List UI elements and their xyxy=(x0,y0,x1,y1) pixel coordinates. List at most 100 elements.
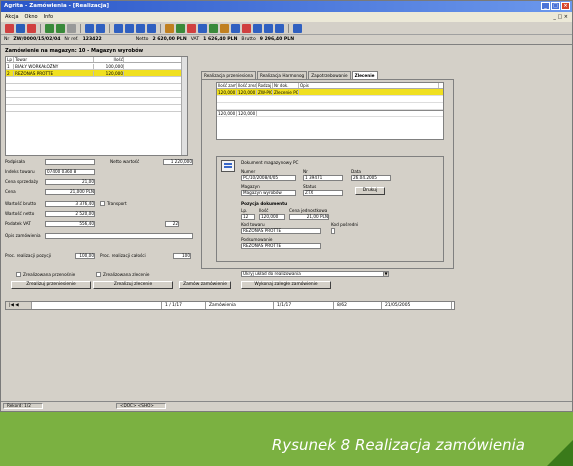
help-icon[interactable] xyxy=(253,23,262,33)
first-record-icon[interactable] xyxy=(114,23,123,33)
podatek-label: Podatek VAT xyxy=(5,221,31,226)
proc2-input[interactable]: 100 xyxy=(173,253,191,259)
menu-bar: Akcja Okno Info _ □ × xyxy=(1,12,572,22)
doc-cena-input[interactable]: 21,00 PLN xyxy=(289,214,329,220)
zreal-przenosnie-checkbox[interactable]: Zrealizowana przenośnie xyxy=(16,272,75,277)
doc-nr2-input[interactable]: 1 39471 xyxy=(303,175,343,181)
wart-brutto-input[interactable]: 3 376,40 xyxy=(45,201,95,207)
doc-lp-input[interactable]: 12 xyxy=(241,214,255,220)
proc-input[interactable]: 100,00 xyxy=(75,253,95,259)
doc-ilosc-input[interactable]: 120,000 xyxy=(259,214,285,220)
report-icon[interactable] xyxy=(242,23,251,33)
save-icon[interactable] xyxy=(5,23,14,33)
edit-icon[interactable] xyxy=(209,23,218,33)
col-ilosc[interactable]: Ilość xyxy=(94,57,124,62)
menu-akcja[interactable]: Akcja xyxy=(5,14,19,20)
preview-icon[interactable] xyxy=(56,23,65,33)
transport-checkbox[interactable]: Transport xyxy=(100,201,127,206)
next-record-icon[interactable] xyxy=(136,23,145,33)
col-rodzaj[interactable]: Rodzaj dok. xyxy=(257,83,273,88)
doc-pods-input[interactable]: REZONAS PROTTE xyxy=(241,243,321,249)
mdi-controls[interactable]: _ □ × xyxy=(553,14,568,20)
attach-icon[interactable] xyxy=(220,23,229,33)
last-record-icon[interactable] xyxy=(147,23,156,33)
view-dropdown[interactable]: Ukryj układ do realizowania ▼ xyxy=(241,271,391,277)
cena-sprz-input[interactable]: 21,00 xyxy=(45,179,95,185)
zreal-przenosnie-label: Zrealizowana przenośnie xyxy=(23,272,76,277)
add-icon[interactable] xyxy=(198,23,207,33)
col-opis[interactable]: Opis xyxy=(299,83,439,88)
chevron-down-icon[interactable]: ▼ xyxy=(383,271,389,277)
close-button[interactable]: × xyxy=(561,2,570,10)
cell-lp: 1 xyxy=(6,63,14,69)
calc-icon[interactable] xyxy=(231,23,240,33)
vat-rate-input[interactable]: 22 xyxy=(165,221,179,227)
zreal-zlecenie-checkbox[interactable]: Zrealizowana zlecenie xyxy=(96,272,149,277)
minimize-button[interactable]: _ xyxy=(541,2,550,10)
doc-kod-input[interactable]: REZONAS PROTTE xyxy=(241,228,321,234)
col-towar[interactable]: Towar xyxy=(14,57,94,62)
backorder-button[interactable]: Wykonaj zaległe zamówienie xyxy=(241,281,331,289)
maximize-button[interactable]: □ xyxy=(551,2,560,10)
proc-label: Proc. realizacji pozycji xyxy=(5,253,51,258)
doc-mag-input[interactable]: Magazyn wyrobów xyxy=(241,190,296,196)
grid-scrollbar[interactable] xyxy=(181,57,187,155)
title-bar: Agrita - Zamówienia - [Realizacja] _ □ × xyxy=(1,1,572,12)
doc-nr-input[interactable]: PC/10/2008/4/05 xyxy=(241,175,296,181)
podpis-input[interactable] xyxy=(45,159,95,165)
cell-lp: 2 xyxy=(6,70,14,76)
transport-label: Transport xyxy=(107,201,127,206)
arrow-left-icon[interactable] xyxy=(85,23,94,33)
realize-transfer-button[interactable]: Zrealizuj przeniesienie xyxy=(11,281,91,289)
print-button[interactable]: Drukuj xyxy=(355,187,385,195)
arrow-right-icon[interactable] xyxy=(96,23,105,33)
opis-input[interactable] xyxy=(45,233,193,239)
back-icon[interactable] xyxy=(264,23,273,33)
doc-kod2-input[interactable] xyxy=(331,228,335,234)
doc-row2-values: Magazyn wyrobów ZTX xyxy=(241,190,441,196)
menu-okno[interactable]: Okno xyxy=(25,14,38,20)
table-row[interactable]: 1 BIAŁY WORKAŁOŻNY 100,000 xyxy=(6,63,187,70)
settings-icon[interactable] xyxy=(67,23,76,33)
exit-icon[interactable] xyxy=(293,23,302,33)
doc-pos-label: Pozycja dokumentu xyxy=(241,201,288,206)
forward-icon[interactable] xyxy=(275,23,284,33)
doc-status-input[interactable]: ZTX xyxy=(303,190,343,196)
tab-harmonog[interactable]: Realizacja Harmonog xyxy=(257,71,308,79)
cena-input[interactable]: 21,000 PLN xyxy=(45,189,95,195)
sort-icon[interactable] xyxy=(27,23,36,33)
col-ilosc-zreal[interactable]: Ilość zrealizowana xyxy=(237,83,257,88)
col-lp[interactable]: Lp xyxy=(6,57,14,62)
delete-icon[interactable] xyxy=(187,23,196,33)
table-row[interactable]: 120,000 120,000 ZW-PIC Zlecenie PC xyxy=(217,89,443,96)
menu-info[interactable]: Info xyxy=(44,14,53,20)
col-nr-dok[interactable]: Nr dok. xyxy=(273,83,299,88)
indeks-input[interactable]: 07400 0360 8 xyxy=(45,169,95,175)
realize-order-button[interactable]: Zrealizuj zlecenie xyxy=(93,281,173,289)
nav-first-prev[interactable]: |◀ ◀ xyxy=(6,302,32,309)
doc-row1-values: PC/10/2008/4/05 1 39471 26.04.2005 xyxy=(241,175,441,181)
filter-icon[interactable] xyxy=(16,23,25,33)
record-navigator: |◀ ◀ 1 / 1/17 Zamówienia 1/1/17 8/62 21/… xyxy=(5,301,455,310)
tab-realizacja[interactable]: Realizacja przeniesiona xyxy=(201,71,256,79)
tab-zapotrzebowanie[interactable]: Zapotrzebowanie xyxy=(308,71,351,79)
window-title: Agrita - Zamówienia - [Realizacja] xyxy=(4,3,110,9)
status-keys: <DOC> <SHO> xyxy=(116,403,166,409)
doc-data-input[interactable]: 26.04.2005 xyxy=(351,175,391,181)
refresh-icon[interactable] xyxy=(176,23,185,33)
netto-wartosc-input[interactable]: 1 220,000 xyxy=(163,159,193,165)
tab-zlecenie[interactable]: Zlecenie xyxy=(351,71,378,79)
print-icon[interactable] xyxy=(45,23,54,33)
prev-record-icon[interactable] xyxy=(125,23,134,33)
podatek-input[interactable]: 556,40 xyxy=(45,221,95,227)
wart-netto-input[interactable]: 2 520,00 xyxy=(45,211,95,217)
doc-pos-header: Pozycja dokumentu xyxy=(241,201,441,207)
ref-label: Nr ref. xyxy=(64,37,79,42)
order-button[interactable]: Zamów zamówienie xyxy=(179,281,231,289)
view-dropdown-value[interactable]: Ukryj układ do realizowania xyxy=(241,271,389,277)
col-ilosc-zam[interactable]: Ilość zamówiona xyxy=(217,83,237,88)
doc-mag-label: Magazyn xyxy=(241,184,260,189)
find-icon[interactable] xyxy=(165,23,174,33)
cell-ilosc: 120,000 xyxy=(94,70,124,76)
table-row[interactable]: 2 REZONAS PROTTE 120,000 xyxy=(6,70,187,77)
